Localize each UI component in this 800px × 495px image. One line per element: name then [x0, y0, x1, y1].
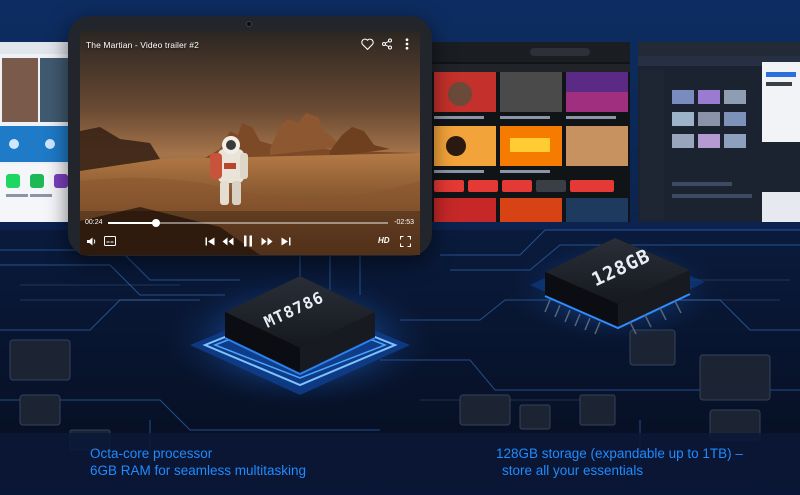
- processor-caption-line2: 6GB RAM for seamless multitasking: [90, 463, 307, 478]
- pause-icon[interactable]: [241, 234, 255, 248]
- volume-icon[interactable]: [85, 234, 99, 248]
- storage-caption: 128GB storage (expandable up to 1TB) – s…: [496, 445, 743, 479]
- rewind-icon[interactable]: [221, 234, 235, 248]
- skip-previous-icon[interactable]: [203, 234, 217, 248]
- remaining-time: -02:53: [394, 219, 414, 226]
- share-icon[interactable]: [380, 37, 394, 51]
- home-screen-preview: [0, 42, 78, 222]
- editor-app-preview: [638, 42, 800, 222]
- video-title: The Martian - Video trailer #2: [86, 40, 199, 50]
- subtitles-icon[interactable]: [103, 234, 117, 248]
- processor-caption: Octa-core processor 6GB RAM for seamless…: [90, 445, 306, 479]
- front-camera: [246, 21, 252, 27]
- more-vertical-icon[interactable]: [400, 37, 414, 51]
- heart-icon[interactable]: [360, 37, 374, 51]
- seek-progress: [108, 222, 156, 224]
- seek-bar[interactable]: [108, 219, 388, 227]
- skip-next-icon[interactable]: [279, 234, 293, 248]
- seek-handle[interactable]: [151, 219, 160, 227]
- hd-quality-badge[interactable]: HD: [378, 236, 390, 245]
- processor-caption-line1: Octa-core processor: [90, 446, 213, 461]
- storage-caption-line1: 128GB storage (expandable up to 1TB) –: [496, 446, 743, 461]
- storage-caption-line2: store all your essentials: [502, 463, 644, 478]
- video-app-preview: [430, 42, 630, 222]
- fast-forward-icon[interactable]: [260, 234, 274, 248]
- fullscreen-icon[interactable]: [398, 234, 412, 248]
- tablet-device: The Martian - Video trailer #2 00:24 -02…: [68, 16, 432, 256]
- video-player[interactable]: The Martian - Video trailer #2 00:24 -02…: [80, 31, 420, 255]
- current-time: 00:24: [85, 219, 103, 226]
